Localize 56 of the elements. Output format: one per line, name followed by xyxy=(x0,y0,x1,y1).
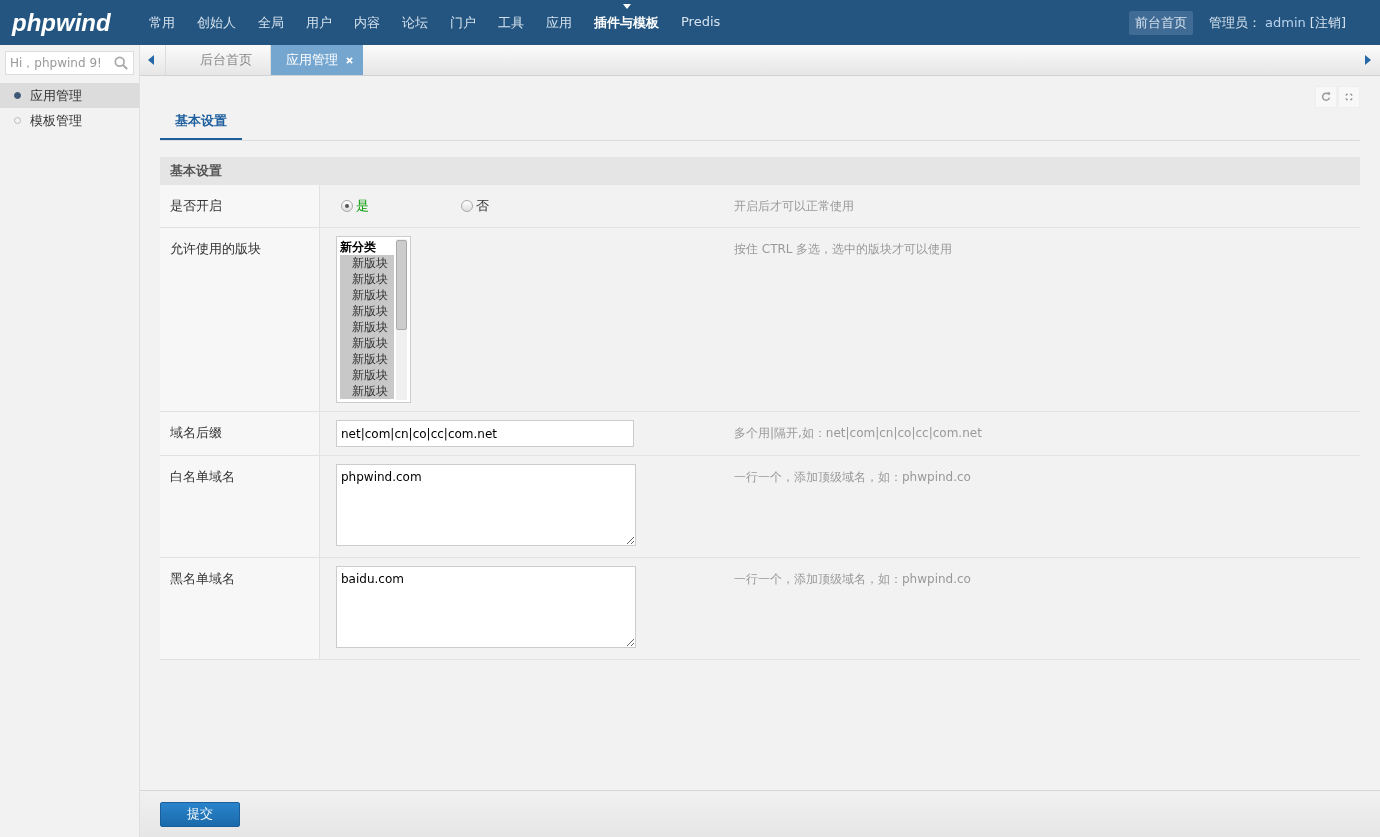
text-input[interactable]: net|com|cn|co|cc|com.net xyxy=(336,420,634,447)
search-icon xyxy=(114,56,128,70)
close-icon[interactable] xyxy=(346,56,353,64)
refresh-icon[interactable] xyxy=(1315,86,1337,108)
hint-text: 一行一个，添加顶级域名，如：phwpind.co xyxy=(734,469,971,486)
list-option[interactable]: 新版块 xyxy=(340,303,394,319)
list-option[interactable]: 新版块 xyxy=(340,287,394,303)
nav-item[interactable]: 工具 xyxy=(487,13,535,32)
logo[interactable]: phpwind xyxy=(0,8,138,37)
caret-icon xyxy=(622,3,631,9)
sidebar-item[interactable]: 应用管理 xyxy=(0,83,139,108)
list-option[interactable]: 新版块 xyxy=(340,319,394,335)
scroll-right-icon[interactable] xyxy=(1365,55,1371,65)
field-label: 黑名单域名 xyxy=(160,558,320,659)
section-header: 基本设置 xyxy=(160,157,1360,185)
nav-item[interactable]: 门户 xyxy=(439,13,487,32)
list-option[interactable]: 新版块 xyxy=(340,367,394,383)
field-label: 域名后缀 xyxy=(160,412,320,455)
multi-select-list[interactable]: 新分类 新版块 新版块 新版块 新版块 新版块 新版块 新版块 新版块 新版块 xyxy=(336,236,411,403)
search-field[interactable]: Hi，phpwind 9! xyxy=(5,51,134,75)
nav-item[interactable]: Predis xyxy=(670,13,732,32)
nav-item[interactable]: 用户 xyxy=(295,13,343,32)
fullscreen-icon[interactable] xyxy=(1338,86,1360,108)
list-option[interactable]: 新版块 xyxy=(340,255,394,271)
admin-label: 管理员： xyxy=(1209,13,1262,32)
hint-text: 多个用|隔开,如：net|com|cn|co|cc|com.net xyxy=(734,425,982,442)
text-area[interactable]: phpwind.com xyxy=(336,464,636,546)
list-option[interactable]: 新版块 xyxy=(340,351,394,367)
scroll-left-icon[interactable] xyxy=(148,55,154,65)
front-page-link[interactable]: 前台首页 xyxy=(1129,10,1194,35)
submit-button[interactable]: 提交 xyxy=(160,801,240,827)
hint-text: 开启后才可以正常使用 xyxy=(734,198,854,215)
group-label: 新分类 xyxy=(340,239,377,255)
radio-option[interactable]: 否 xyxy=(456,193,576,215)
nav-item[interactable]: 插件与模板 xyxy=(583,13,670,32)
nav-item[interactable]: 应用 xyxy=(535,13,583,32)
scrollbar[interactable] xyxy=(396,239,407,400)
field-label: 白名单域名 xyxy=(160,456,320,557)
subtab[interactable]: 基本设置 xyxy=(160,108,242,140)
field-label: 是否开启 xyxy=(160,185,320,227)
nav-item[interactable]: 内容 xyxy=(343,13,391,32)
nav-item[interactable]: 创始人 xyxy=(186,13,247,32)
nav-item[interactable]: 全局 xyxy=(247,13,295,32)
nav-item[interactable]: 常用 xyxy=(138,13,186,32)
logout-link[interactable]: [注销] xyxy=(1309,13,1346,32)
list-option[interactable]: 新版块 xyxy=(340,271,394,287)
nav-item[interactable]: 论坛 xyxy=(391,13,439,32)
list-option[interactable]: 新版块 xyxy=(340,383,394,399)
hint-text: 一行一个，添加顶级域名，如：phwpind.co xyxy=(734,571,971,588)
field-label: 允许使用的版块 xyxy=(160,228,320,411)
radio-option[interactable]: 是 xyxy=(336,193,456,215)
admin-name-link[interactable]: admin xyxy=(1265,15,1306,30)
sidebar-item[interactable]: 模板管理 xyxy=(0,108,139,133)
hint-text: 按住 CTRL 多选，选中的版块才可以使用 xyxy=(734,241,953,258)
list-option[interactable]: 新版块 xyxy=(340,335,394,351)
text-area[interactable]: baidu.com xyxy=(336,566,636,648)
